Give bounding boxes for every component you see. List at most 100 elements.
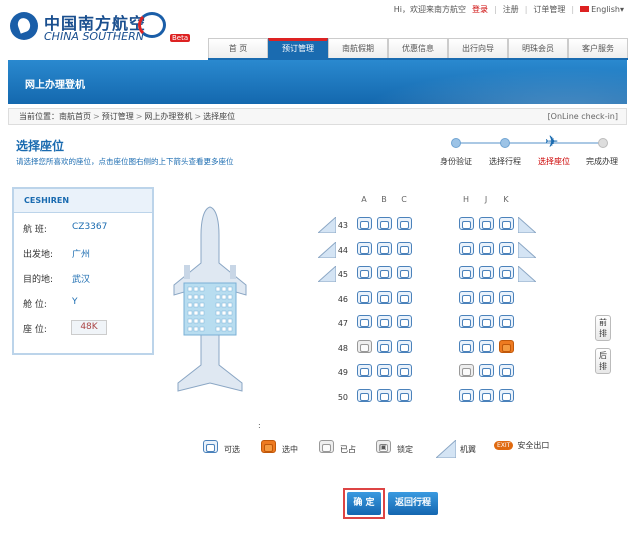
seat-47J[interactable] xyxy=(478,315,495,332)
seat-49H[interactable] xyxy=(458,364,475,381)
passenger-name: CESHIREN xyxy=(14,189,152,213)
nav-tab-1[interactable]: 预订管理 xyxy=(268,38,328,58)
page-subtitle: 请选择您所喜欢的座位，点击座位图右侧的上下箭头查看更多座位 xyxy=(16,157,234,166)
seat-47A[interactable] xyxy=(356,315,373,332)
seat-44C[interactable] xyxy=(396,241,413,259)
cabin-value: Y xyxy=(72,297,78,307)
legend-item: EXIT 安全出口 xyxy=(494,440,549,451)
seat-47C[interactable] xyxy=(396,315,413,332)
seat-50H[interactable] xyxy=(458,388,475,406)
register-link[interactable]: 注册 xyxy=(503,4,519,15)
seat-46J[interactable] xyxy=(478,290,495,308)
breadcrumb-item-checkin[interactable]: 网上办理登机 xyxy=(144,112,192,121)
legend-label: 选中 xyxy=(282,444,298,454)
login-link[interactable]: 登录 xyxy=(472,4,488,15)
seat-44J[interactable] xyxy=(478,241,495,259)
seat-45B[interactable] xyxy=(376,266,393,283)
seat-45C[interactable] xyxy=(396,266,413,283)
seat-45K[interactable] xyxy=(498,266,515,283)
seat-47H[interactable] xyxy=(458,315,475,332)
wing-icon xyxy=(316,240,337,258)
seat-43K[interactable] xyxy=(498,217,515,234)
seat-46A[interactable] xyxy=(356,290,373,308)
welcome-text: Hi，欢迎来南方航空 xyxy=(393,4,466,14)
breadcrumb-en: [OnLine check-in] xyxy=(547,112,618,121)
seat-43C[interactable] xyxy=(396,217,413,234)
passenger-info-panel: CESHIREN 航 班: CZ3367 出发地: 广州 目的地: 武汉 舱 位… xyxy=(12,187,154,355)
seat-49A[interactable] xyxy=(356,364,373,381)
seat-48H[interactable] xyxy=(458,339,475,357)
top-bar: Hi，欢迎来南方航空 登录 | 注册 | 订单管理 | English▾ xyxy=(393,4,624,15)
orders-link[interactable]: 订单管理 xyxy=(533,4,565,15)
seat-49J[interactable] xyxy=(478,364,495,381)
seat-46H[interactable] xyxy=(458,290,475,308)
aircraft-overview[interactable] xyxy=(170,205,250,400)
nav-tab-3[interactable]: 优惠信息 xyxy=(388,38,448,58)
seat-occupied-icon xyxy=(318,440,336,458)
destination-label: 目的地: xyxy=(23,275,54,285)
seat-43H[interactable] xyxy=(458,217,475,234)
flight-value: CZ3367 xyxy=(72,222,108,232)
seat-49B[interactable] xyxy=(376,364,393,381)
legend-label: 锁定 xyxy=(397,444,413,454)
origin-value: 广州 xyxy=(72,250,91,260)
language-select[interactable]: English▾ xyxy=(580,5,624,14)
back-rows-button[interactable]: 后排 xyxy=(595,348,611,374)
seat-50J[interactable] xyxy=(478,388,495,406)
step-identity: 身份验证 xyxy=(440,157,472,166)
seat-48J[interactable] xyxy=(478,339,495,357)
nav-tab-6[interactable]: 客户服务 xyxy=(568,38,628,58)
nav-tab-4[interactable]: 出行向导 xyxy=(448,38,508,58)
seat-50C[interactable] xyxy=(396,388,413,406)
seat-44B[interactable] xyxy=(376,241,393,259)
aircraft-icon xyxy=(173,206,247,392)
step-dot-2 xyxy=(500,138,510,148)
seat-50B[interactable] xyxy=(376,388,393,406)
wing-icon xyxy=(316,215,337,234)
breadcrumb-item-home[interactable]: 南航首页 xyxy=(59,112,91,121)
seat-47K[interactable] xyxy=(498,315,515,332)
column-header: B xyxy=(381,195,387,204)
seat-48C[interactable] xyxy=(396,339,413,357)
seat-49K[interactable] xyxy=(498,364,515,381)
flight-label: 航 班: xyxy=(23,225,47,235)
seat-44K[interactable] xyxy=(498,241,515,259)
breadcrumb-item-booking[interactable]: 预订管理 xyxy=(102,112,134,121)
seat-50A[interactable] xyxy=(356,388,373,406)
seat-43A[interactable] xyxy=(356,217,373,234)
seat-48K[interactable] xyxy=(498,339,515,357)
china-southern-logo-icon xyxy=(10,12,38,40)
nav-tab-2[interactable]: 南航假期 xyxy=(328,38,388,58)
confirm-button[interactable]: 确 定 xyxy=(347,492,381,515)
skyteam-emblem-icon xyxy=(138,12,166,38)
seat-50K[interactable] xyxy=(498,388,515,406)
row-number: 46 xyxy=(337,294,348,304)
seat-44H[interactable] xyxy=(458,241,475,259)
seat-48A[interactable] xyxy=(356,339,373,357)
seat-label: 座 位: xyxy=(23,325,47,335)
seat-43B[interactable] xyxy=(376,217,393,234)
seat-48B[interactable] xyxy=(376,339,393,357)
column-header: K xyxy=(503,195,509,204)
logo[interactable]: 中国南方航空 CHINA SOUTHERN Beta xyxy=(10,8,191,44)
seat-46C[interactable] xyxy=(396,290,413,308)
seat-49C[interactable] xyxy=(396,364,413,381)
seat-46B[interactable] xyxy=(376,290,393,308)
seat-44A[interactable] xyxy=(356,241,373,259)
beta-badge: Beta xyxy=(170,34,191,42)
row-number: 50 xyxy=(337,392,348,402)
seat-45J[interactable] xyxy=(478,266,495,283)
nav-tab-0[interactable]: 首 页 xyxy=(208,38,268,58)
exit-icon: EXIT xyxy=(494,441,514,450)
nav-tab-5[interactable]: 明珠会员 xyxy=(508,38,568,58)
seat-legend: 可选 选中 已占 ▣ 锁定 机翼 EXIT 安全出口 xyxy=(200,440,580,462)
seat-available-icon xyxy=(202,440,220,458)
legend-item: 机翼 xyxy=(436,440,476,458)
seat-45A[interactable] xyxy=(356,266,373,283)
seat-46K[interactable] xyxy=(498,290,515,308)
front-rows-button[interactable]: 前排 xyxy=(595,315,611,341)
seat-47B[interactable] xyxy=(376,315,393,332)
back-to-itinerary-button[interactable]: 返回行程 xyxy=(388,492,438,515)
seat-45H[interactable] xyxy=(458,266,475,283)
seat-43J[interactable] xyxy=(478,217,495,234)
